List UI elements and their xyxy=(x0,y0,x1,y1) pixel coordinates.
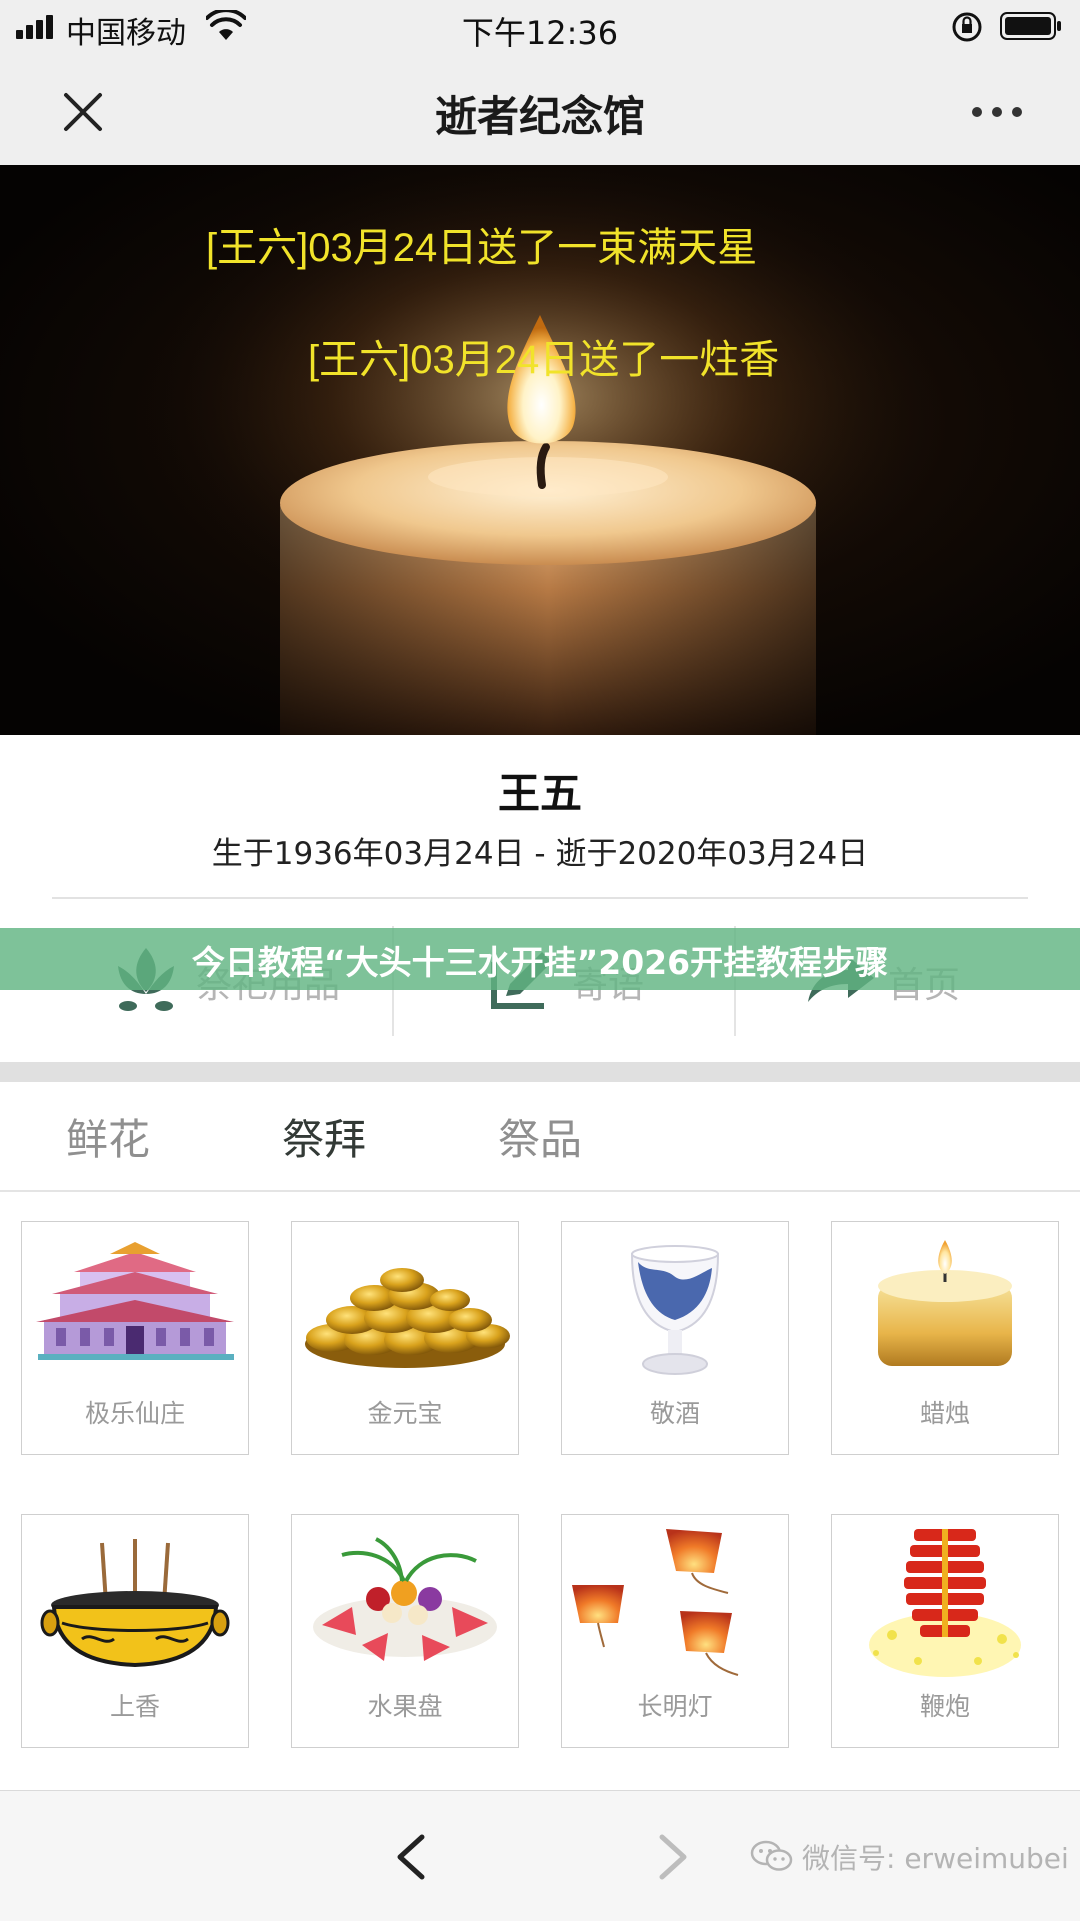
product-label: 鞭炮 xyxy=(919,1692,970,1721)
tab-worship[interactable]: 祭拜 xyxy=(282,1106,366,1167)
product-card[interactable]: 水果盘 xyxy=(291,1514,519,1748)
more-options-icon[interactable] xyxy=(970,105,1024,119)
product-label: 长明灯 xyxy=(637,1692,713,1721)
status-bar: 中国移动 下午12:36 xyxy=(0,0,1080,55)
battery-icon xyxy=(1000,12,1061,40)
browser-toolbar: 微信号: erweimubei xyxy=(0,1790,1080,1921)
product-label: 金元宝 xyxy=(367,1399,443,1428)
category-tabs: 鲜花 祭拜 祭品 xyxy=(0,1082,1080,1192)
product-card[interactable]: 敬酒 xyxy=(561,1221,789,1455)
rotation-lock-icon xyxy=(952,12,982,42)
section-separator xyxy=(0,1062,1080,1082)
product-label: 上香 xyxy=(109,1692,160,1721)
product-card[interactable]: 长明灯 xyxy=(561,1514,789,1748)
product-label: 极乐仙庄 xyxy=(84,1399,185,1428)
life-dates: 生于1936年03月24日 - 逝于2020年03月24日 xyxy=(211,836,869,872)
product-label: 蜡烛 xyxy=(919,1399,970,1428)
watermark-text: 微信号: erweimubei xyxy=(802,1842,1069,1875)
offering-message: [王六]03月24日送了一束满天星 xyxy=(206,226,758,270)
product-card[interactable]: 极乐仙庄 xyxy=(21,1221,249,1455)
product-card[interactable]: 金元宝 xyxy=(291,1221,519,1455)
navigation-bar: 逝者纪念馆 xyxy=(0,55,1080,166)
tab-flowers[interactable]: 鲜花 xyxy=(66,1106,150,1167)
product-card[interactable]: 蜡烛 xyxy=(831,1221,1059,1455)
offering-message: [王六]03月24日送了一炷香 xyxy=(308,338,780,382)
tab-sacrifices[interactable]: 祭品 xyxy=(498,1106,582,1167)
forward-arrow-icon[interactable] xyxy=(650,1831,694,1883)
divider xyxy=(52,897,1028,899)
product-label: 水果盘 xyxy=(367,1692,443,1721)
back-arrow-icon[interactable] xyxy=(390,1831,434,1883)
page-title: 逝者纪念馆 xyxy=(434,92,645,141)
promo-banner-text: 今日教程“大头十三水开挂”2026开挂教程步骤 xyxy=(191,943,889,982)
product-card[interactable]: 鞭炮 xyxy=(831,1514,1059,1748)
deceased-name: 王五 xyxy=(497,769,582,818)
clock: 下午12:36 xyxy=(461,14,619,52)
product-card[interactable]: 上香 xyxy=(21,1514,249,1748)
product-label: 敬酒 xyxy=(649,1399,700,1428)
wechat-icon xyxy=(750,1840,793,1871)
memorial-candle-banner: [王六]03月24日送了一束满天星 [王六]03月24日送了一炷香 xyxy=(0,165,1080,735)
promo-banner: 今日教程“大头十三水开挂”2026开挂教程步骤 xyxy=(0,928,1080,990)
